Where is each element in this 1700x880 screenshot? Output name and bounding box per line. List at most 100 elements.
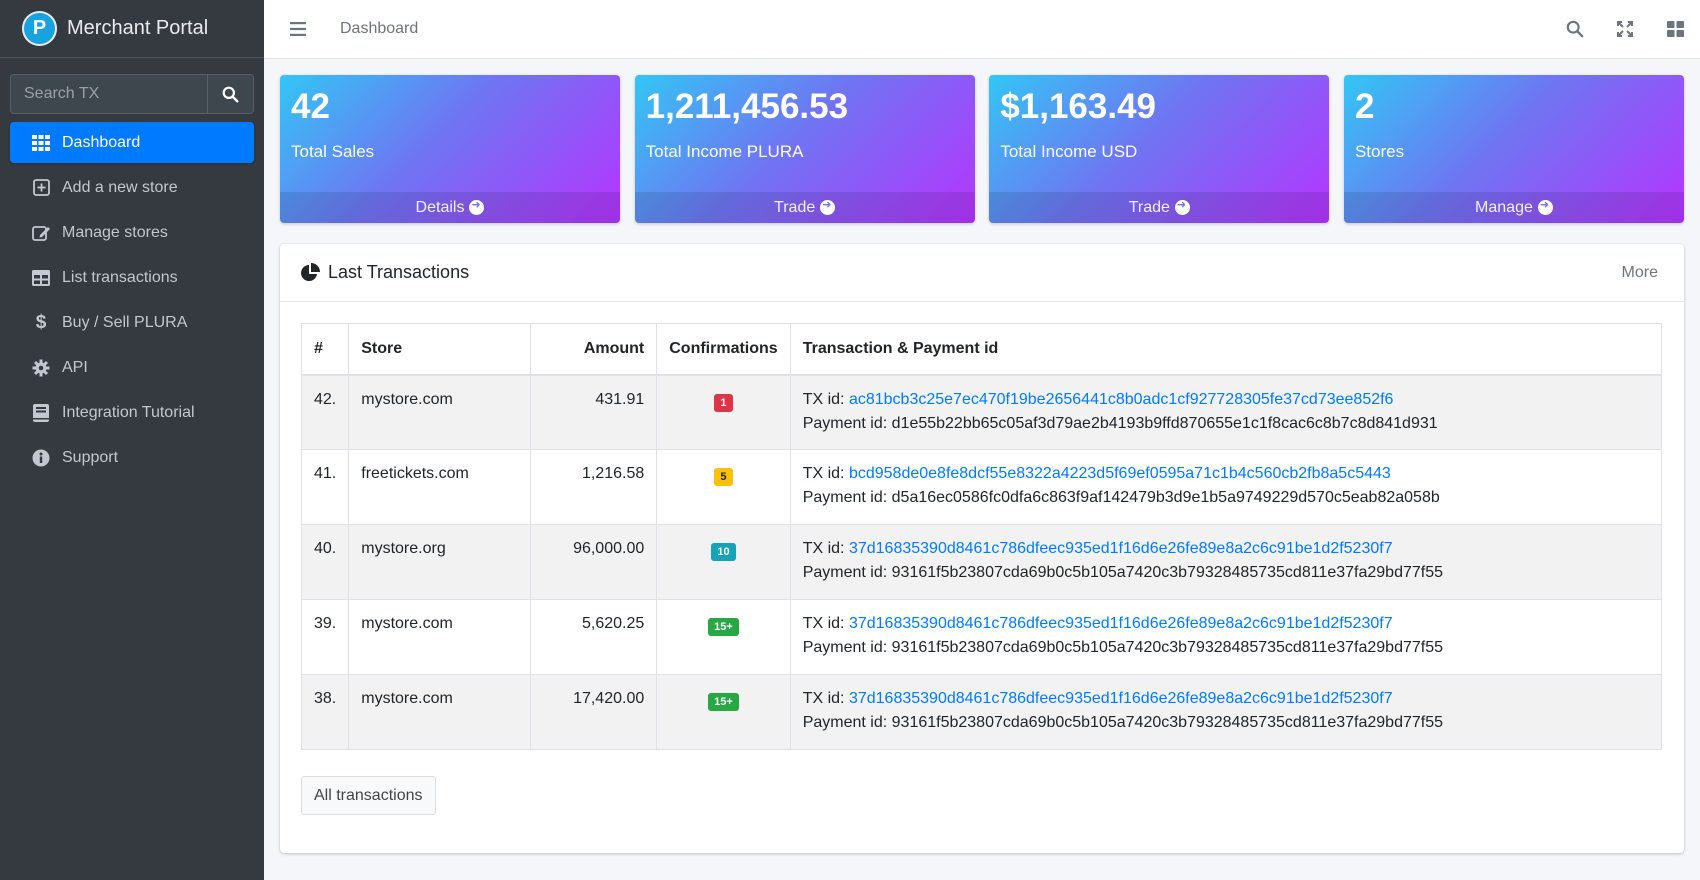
trade-link[interactable]: Trade [989, 192, 1330, 223]
table-row: 42. mystore.com 431.91 1 TX id: ac81bcb3… [300, 374, 1663, 450]
tx-id-link[interactable]: 37d16835390d8461c786dfeec935ed1f16d6e26f… [849, 615, 1393, 632]
confirmations-badge: 1 [714, 393, 733, 412]
card-action-label: Trade [1128, 198, 1170, 216]
top-navbar: Dashboard [264, 0, 1700, 59]
payment-id-value: 93161f5b23807cda69b0c5b105a7420c3b793284… [891, 639, 1443, 656]
header-search-button[interactable] [1550, 0, 1600, 58]
row-store: mystore.com [348, 599, 532, 675]
panel-title: Last Transactions [328, 262, 470, 282]
sidebar-item-dashboard[interactable]: Dashboard [10, 122, 254, 163]
sidebar-item-support[interactable]: Support [10, 437, 254, 478]
search-icon [1566, 20, 1584, 38]
tx-id-link[interactable]: ac81bcb3c25e7ec470f19be2656441c8b0adc1cf… [849, 391, 1394, 408]
table-row: 38. mystore.com 17,420.00 15+ TX id: 37d… [300, 674, 1663, 750]
details-link[interactable]: Details [280, 192, 620, 223]
table-header-row: # Store Amount Confirmations Transaction… [300, 323, 1663, 376]
stat-label: Stores [1354, 142, 1405, 161]
sidebar-item-buy-sell[interactable]: $ Buy / Sell PLURA [10, 302, 254, 343]
payment-id-label: Payment id: [802, 639, 888, 656]
stat-card-total-sales: 42 Total Sales Details [280, 75, 620, 223]
row-number: 39. [300, 599, 350, 675]
dashboard-grid-icon [30, 132, 52, 154]
column-header-confirmations: Confirmations [656, 323, 791, 376]
transactions-table-wrap: # Store Amount Confirmations Transaction… [300, 323, 1663, 750]
column-header-transaction-id: Transaction & Payment id [789, 323, 1663, 376]
card-action-label: Manage [1475, 198, 1533, 216]
sidebar-item-label: Integration Tutorial [62, 403, 195, 421]
sidebar: P Merchant Portal Dashboard Add a new st… [0, 0, 264, 880]
stat-value: 2 [1354, 87, 1375, 126]
book-icon [30, 402, 52, 424]
table-row: 41. freetickets.com 1,216.58 5 TX id: bc… [300, 449, 1663, 525]
apps-button[interactable] [1650, 0, 1700, 58]
tx-id-link[interactable]: 37d16835390d8461c786dfeec935ed1f16d6e26f… [849, 690, 1393, 707]
info-circle-icon [30, 447, 52, 469]
payment-id-label: Payment id: [802, 714, 888, 731]
stat-label: Total Sales [291, 142, 375, 161]
confirmations-badge: 5 [714, 468, 733, 486]
hamburger-icon [290, 22, 306, 36]
column-header-store: Store [348, 323, 532, 376]
row-confirmations: 10 [656, 524, 791, 600]
search-tx-button[interactable] [207, 74, 254, 114]
more-link[interactable]: More [1622, 264, 1664, 282]
trade-link[interactable]: Trade [634, 192, 975, 223]
sidebar-item-add-store[interactable]: Add a new store [10, 167, 254, 208]
row-number: 38. [300, 674, 350, 750]
arrow-circle-right-icon [1174, 198, 1190, 215]
row-confirmations: 1 [656, 374, 791, 450]
brand-logo-icon: P [22, 11, 57, 46]
stat-cards: 42 Total Sales Details 1,211,456.53 Tota… [280, 75, 1684, 223]
column-header-amount: Amount [530, 323, 658, 376]
card-action-label: Trade [774, 198, 816, 216]
header-actions [1550, 0, 1700, 58]
table-icon [30, 267, 52, 289]
confirmations-badge: 15+ [708, 693, 739, 711]
manage-link[interactable]: Manage [1343, 192, 1684, 223]
grid-icon [1666, 21, 1684, 37]
menu-toggle-button[interactable] [286, 17, 310, 41]
tx-id-label: TX id: [802, 465, 845, 482]
sidebar-item-label: Dashboard [62, 133, 141, 151]
tx-id-link[interactable]: 37d16835390d8461c786dfeec935ed1f16d6e26f… [849, 540, 1393, 557]
stat-label: Total Income USD [1000, 142, 1138, 161]
page-title[interactable]: Dashboard [340, 20, 418, 38]
search-icon [222, 86, 239, 102]
stat-card-stores: 2 Stores Manage [1343, 75, 1684, 223]
row-confirmations: 5 [656, 449, 791, 525]
last-transactions-panel: Last Transactions More # Store Amount Co… [280, 244, 1684, 853]
payment-id-label: Payment id: [802, 489, 888, 506]
payment-id-label: Payment id: [802, 414, 888, 432]
row-ids: TX id: 37d16835390d8461c786dfeec935ed1f1… [789, 524, 1663, 600]
edit-icon [30, 222, 52, 244]
table-row: 39. mystore.com 5,620.25 15+ TX id: 37d1… [300, 599, 1663, 675]
row-number: 41. [300, 449, 350, 525]
stat-value: 42 [291, 87, 330, 126]
row-store: mystore.org [348, 524, 532, 600]
sidebar-item-label: API [62, 358, 88, 376]
tx-id-link[interactable]: bcd958de0e8fe8dcf55e8322a4223d5f69ef0595… [849, 465, 1391, 482]
all-transactions-button[interactable]: All transactions [301, 776, 436, 815]
row-ids: TX id: 37d16835390d8461c786dfeec935ed1f1… [789, 674, 1663, 750]
sidebar-item-integration-tutorial[interactable]: Integration Tutorial [10, 392, 254, 433]
tx-id-label: TX id: [802, 690, 845, 707]
expand-icon [1617, 21, 1633, 37]
panel-header: Last Transactions More [280, 244, 1684, 302]
row-amount: 5,620.25 [530, 599, 658, 675]
confirmations-badge: 15+ [708, 618, 739, 636]
tx-id-label: TX id: [802, 540, 845, 557]
row-ids: TX id: 37d16835390d8461c786dfeec935ed1f1… [789, 599, 1663, 675]
stat-value: 1,211,456.53 [645, 87, 849, 126]
arrow-circle-right-icon [1537, 198, 1553, 215]
fullscreen-button[interactable] [1600, 0, 1650, 58]
search-tx-input[interactable] [10, 74, 207, 114]
sidebar-item-list-transactions[interactable]: List transactions [10, 257, 254, 298]
stat-card-income-usd: $1,163.49 Total Income USD Trade [989, 75, 1330, 223]
sidebar-item-api[interactable]: API [10, 347, 254, 388]
plus-square-icon [30, 177, 52, 199]
stat-label: Total Income PLURA [645, 142, 804, 161]
sidebar-nav: Dashboard Add a new store Manage stores … [0, 122, 264, 478]
sidebar-item-manage-stores[interactable]: Manage stores [10, 212, 254, 253]
brand[interactable]: P Merchant Portal [0, 0, 264, 58]
row-confirmations: 15+ [656, 599, 791, 675]
